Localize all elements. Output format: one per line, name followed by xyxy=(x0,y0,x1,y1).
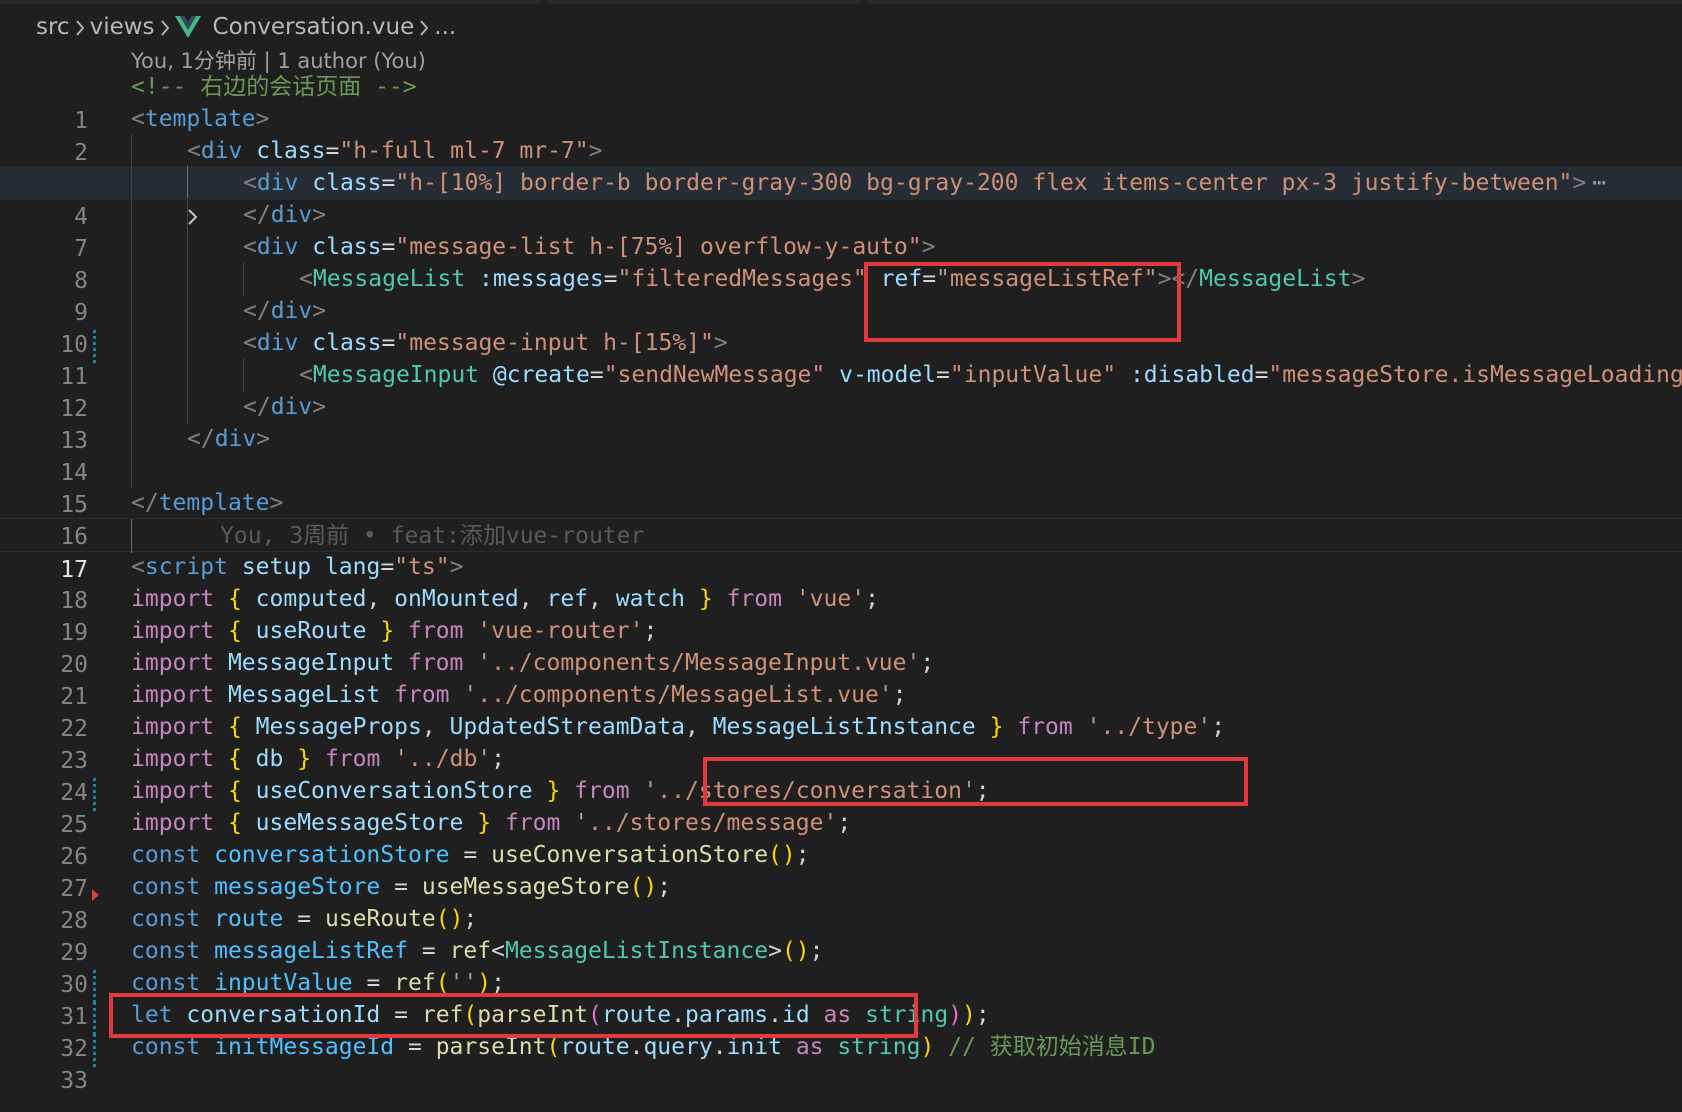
code-line[interactable]: 28 const messageStore = useMessageStore(… xyxy=(0,870,1682,934)
code-line[interactable]: 25 import { useConversationStore } from … xyxy=(0,774,1682,838)
chevron-right-icon xyxy=(414,14,434,40)
code-line[interactable]: 31 const inputValue = ref(''); xyxy=(0,966,1682,1068)
line-code: </template> xyxy=(131,490,284,516)
code-line-current[interactable]: 17 You, 3周前 • feat:添加vue-router xyxy=(0,518,1682,583)
line-code: <div class="message-list h-[75%] overflo… xyxy=(243,234,936,260)
line-code: import MessageList from '../components/M… xyxy=(131,682,907,708)
code-line[interactable]: 2 <template> xyxy=(0,102,1682,166)
line-code: const inputValue = ref(''); xyxy=(131,970,505,996)
breadcrumb-views[interactable]: views xyxy=(90,14,155,40)
code-line[interactable]: 20 import { useRoute } from 'vue-router'… xyxy=(0,614,1682,678)
code-line[interactable]: 1 <!-- 右边的会话页面 --> xyxy=(0,70,1682,134)
code-line[interactable]: 19 import { computed, onMounted, ref, wa… xyxy=(0,582,1682,646)
code-line[interactable]: 8 <div class="message-list h-[75%] overf… xyxy=(0,230,1682,294)
tab-strip-edge xyxy=(0,0,1682,6)
code-line[interactable]: 27 const conversationStore = useConversa… xyxy=(0,838,1682,902)
line-code: </div> xyxy=(243,394,327,420)
breadcrumb-file[interactable]: Conversation.vue xyxy=(213,14,415,40)
inline-git-blame: You, 3周前 • feat:添加vue-router xyxy=(220,523,645,549)
code-line[interactable]: 30 const messageListRef = ref<MessageLis… xyxy=(0,934,1682,1036)
line-code: import { useMessageStore } from '../stor… xyxy=(131,810,852,836)
code-line[interactable]: 3 <div class="h-full ml-7 mr-7"> xyxy=(0,134,1682,198)
breadcrumb-src[interactable]: src xyxy=(36,14,70,40)
code-line[interactable]: 22 import MessageList from '../component… xyxy=(0,678,1682,742)
line-code: import { useRoute } from 'vue-router'; xyxy=(131,618,658,644)
line-code: <div class="h-full ml-7 mr-7"> xyxy=(187,138,603,164)
code-line[interactable]: 29 const route = useRoute(); xyxy=(0,902,1682,1004)
code-line[interactable]: 10 </div> xyxy=(0,294,1682,358)
chevron-right-icon xyxy=(70,14,90,40)
line-code: let conversationId = ref(parseInt(route.… xyxy=(131,1002,990,1028)
line-code: <MessageInput @create="sendNewMessage" v… xyxy=(299,362,1682,388)
git-deleted-marker xyxy=(92,889,99,901)
line-code: import MessageInput from '../components/… xyxy=(131,650,935,676)
code-line[interactable]: 18 <script setup lang="ts"> xyxy=(0,550,1682,614)
code-line[interactable]: 32 let conversationId = ref(parseInt(rou… xyxy=(0,998,1682,1062)
line-code: </div> xyxy=(243,202,327,228)
code-line[interactable]: 14 </div> xyxy=(0,422,1682,486)
fold-expand-icon[interactable] xyxy=(103,166,198,225)
line-code: const messageStore = useMessageStore(); xyxy=(131,874,672,900)
line-code: const messageListRef = ref<MessageListIn… xyxy=(131,938,824,964)
code-line[interactable]: 11 <div class="message-input h-[15%]"> xyxy=(0,326,1682,390)
line-code: const route = useRoute(); xyxy=(131,906,478,932)
line-code: import { db } from '../db'; xyxy=(131,746,505,772)
code-line[interactable]: 15 xyxy=(0,454,1682,518)
code-line-folded[interactable]: 4 <div class="h-[10%] border-b border-gr… xyxy=(0,166,1682,230)
line-code: import { useConversationStore } from '..… xyxy=(131,778,990,804)
code-line[interactable]: 26 import { useMessageStore } from '../s… xyxy=(0,806,1682,870)
breadcrumb-symbol[interactable]: ... xyxy=(434,14,456,40)
line-number: 33 xyxy=(60,1068,88,1094)
line-code: import { computed, onMounted, ref, watch… xyxy=(131,586,879,612)
breadcrumb: src views Conversation.vue ... xyxy=(36,10,456,44)
line-code: <MessageList :messages="filteredMessages… xyxy=(299,266,1366,292)
line-code: <template> xyxy=(131,106,270,132)
folded-ellipsis[interactable]: ⋯ xyxy=(1592,170,1606,196)
line-code: <!-- 右边的会话页面 --> xyxy=(131,74,417,100)
code-line[interactable]: 21 import MessageInput from '../componen… xyxy=(0,646,1682,710)
code-line[interactable]: 24 import { db } from '../db'; xyxy=(0,742,1682,806)
editor-pane[interactable]: src views Conversation.vue ... You, 1分钟前… xyxy=(0,0,1682,1112)
code-line[interactable]: 23 import { MessageProps, UpdatedStreamD… xyxy=(0,710,1682,812)
code-line[interactable]: 9 <MessageList :messages="filteredMessag… xyxy=(0,262,1682,364)
line-code: const initMessageId = parseInt(route.que… xyxy=(131,1034,1156,1060)
line-code: <div class="h-[10%] border-b border-gray… xyxy=(243,170,1607,196)
line-code: const conversationStore = useConversatio… xyxy=(131,842,810,868)
line-code: </div> xyxy=(187,426,271,452)
line-code: <div class="message-input h-[15%]"> xyxy=(243,330,728,356)
code-line[interactable]: 13 </div> xyxy=(0,390,1682,454)
code-line[interactable]: 33 const initMessageId = parseInt(route.… xyxy=(0,1030,1682,1094)
code-line[interactable]: 12 <MessageInput @create="sendNewMessage… xyxy=(0,358,1682,422)
line-code: <script setup lang="ts"> xyxy=(131,554,464,580)
chevron-right-icon xyxy=(155,14,175,40)
vue-logo-icon xyxy=(174,15,201,39)
line-code: </div> xyxy=(243,298,327,324)
code-line[interactable]: 7 </div> xyxy=(0,198,1682,262)
code-line[interactable]: 16 </template> xyxy=(0,486,1682,550)
line-code: import { MessageProps, UpdatedStreamData… xyxy=(131,714,1226,740)
